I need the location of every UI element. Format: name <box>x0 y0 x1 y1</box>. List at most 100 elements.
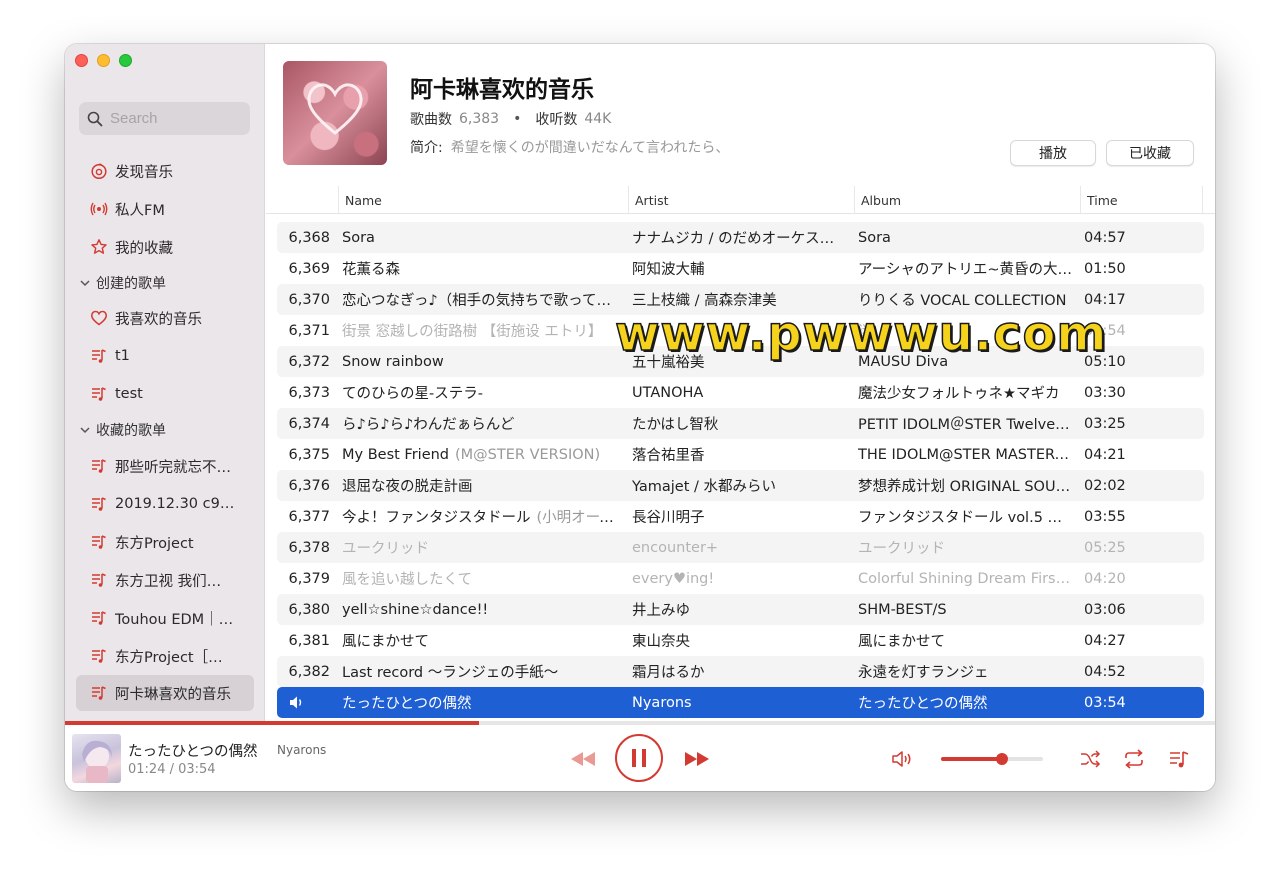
table-row[interactable]: 6,375 My Best Friend (M@STER VERSION) 落合祐里香… <box>277 439 1204 470</box>
track-artist[interactable]: たかはし智秋 <box>632 413 847 434</box>
track-artist[interactable]: 落合祐里香 <box>632 444 847 465</box>
shuffle-button[interactable] <box>1077 747 1103 771</box>
track-artist[interactable]: 井上みゆ <box>632 599 847 620</box>
table-row[interactable]: 6,377 今よ！ファンタジスタドール (小明オープニング) 長谷川明子ファンタジスタ… <box>277 501 1204 532</box>
table-row[interactable]: 6,374 ら♪ら♪ら♪わんだぁらんど たかはし智秋 PETIT IDOLM＠STER… <box>277 408 1204 439</box>
track-album[interactable]: SHM-BEST/S <box>858 602 1074 618</box>
separator-dot: • <box>513 111 522 127</box>
track-title: てのひらの星-ステラ- <box>342 386 483 402</box>
track-artist[interactable]: ナナムジカ / のだめオーケストラ <box>632 227 847 248</box>
table-row[interactable]: 6,381 風にまかせて 東山奈央 風にまかせて 04:27 <box>277 625 1204 656</box>
previous-button[interactable] <box>568 749 598 769</box>
sidebar-item-fm[interactable]: 私人FM <box>89 194 253 224</box>
track-album[interactable]: THE IDOLM@STER MASTERWORK <box>858 447 1074 463</box>
table-row[interactable]: 6,378 ユークリッド encounter+ ユークリッド 05:25 <box>277 532 1204 563</box>
sidebar-item-liked[interactable]: 我喜欢的音乐 <box>89 303 253 333</box>
now-playing-cover[interactable] <box>72 734 121 783</box>
search-input[interactable] <box>110 110 240 127</box>
track-name: 退屈な夜の脱走計画 <box>342 475 622 496</box>
sidebar-item-label: 发现音乐 <box>115 164 173 181</box>
sidebar-item-playlist[interactable]: t1 <box>89 341 253 371</box>
track-artist[interactable]: every♥ing! <box>632 571 847 587</box>
table-row[interactable]: 6,382 Last record ～ランジェの手紙～ 霜月はるか 永遠を灯すランジェ… <box>277 656 1204 687</box>
table-row[interactable]: 6,380 yell☆shine☆dance!! 井上みゆ SHM-BEST/S 03:… <box>277 594 1204 625</box>
table-row[interactable]: 6,368 Sora ナナムジカ / のだめオーケストラ Sora 04:57 <box>277 222 1204 253</box>
play-all-button[interactable]: 播放 <box>1010 140 1096 166</box>
collected-playlists-header[interactable]: 收藏的歌单 <box>79 419 166 441</box>
sidebar-item-playlist[interactable]: 那些听完就忘不… <box>89 451 253 481</box>
track-album[interactable]: 魔法少女フォルトゥネ★マギカ <box>858 382 1074 403</box>
volume-slider-knob[interactable] <box>996 753 1009 765</box>
track-album[interactable]: たったひとつの偶然 <box>858 692 1074 713</box>
collected-button[interactable]: 已收藏 <box>1106 140 1194 166</box>
track-artist[interactable]: 阿知波大輔 <box>632 258 847 279</box>
track-artist[interactable]: Yamajet / 水都みらい <box>632 475 847 496</box>
track-album[interactable]: PETIT IDOLM＠STER Twelve Campaigns! <box>858 413 1074 434</box>
sidebar-item-playlist[interactable]: 2019.12.30 c97… <box>89 489 253 519</box>
column-header-artist[interactable]: Artist <box>628 186 668 214</box>
now-playing-speaker-icon <box>290 696 302 709</box>
speaker-icon <box>892 751 911 767</box>
minimize-window-button[interactable] <box>97 54 110 67</box>
track-album[interactable]: Colorful Shining Dream First Album <box>858 571 1074 587</box>
sidebar-item-playlist[interactable]: test <box>89 379 253 409</box>
search-box[interactable] <box>79 102 250 135</box>
track-album[interactable]: ユークリッド <box>858 537 1074 558</box>
sidebar-item-playlist[interactable]: 东方Project <box>89 527 253 557</box>
sidebar-item-playlist[interactable]: 东方Project［… <box>89 641 253 671</box>
column-header-time[interactable]: Time <box>1080 186 1118 214</box>
sidebar-item-label: 我喜欢的音乐 <box>115 311 202 328</box>
next-button[interactable] <box>682 749 712 769</box>
track-artist[interactable]: 長谷川明子 <box>632 506 847 527</box>
table-row-playing[interactable]: たったひとつの偶然 Nyarons たったひとつの偶然 03:54 <box>277 687 1204 718</box>
track-duration: 03:30 <box>1084 384 1126 401</box>
track-artist[interactable]: UTANOHA <box>632 385 847 401</box>
track-number: 6,368 <box>288 229 330 246</box>
zoom-window-button[interactable] <box>119 54 132 67</box>
column-header-album[interactable]: Album <box>854 186 901 214</box>
volume-button[interactable] <box>888 747 916 771</box>
table-row[interactable]: 6,369 花薫る森 阿知波大輔アーシャのアトリエ~黄昏の大地の錬金術士~ 01:50 <box>277 253 1204 284</box>
track-artist[interactable]: 東山奈央 <box>632 630 847 651</box>
sidebar-item-discover[interactable]: 发现音乐 <box>89 156 253 186</box>
track-title: 退屈な夜の脱走計画 <box>342 479 473 495</box>
track-album[interactable]: 永遠を灯すランジェ <box>858 661 1074 682</box>
track-album[interactable]: アーシャのアトリエ~黄昏の大地の錬金術士~ <box>858 258 1074 279</box>
track-number: 6,380 <box>288 601 330 618</box>
sidebar-item-label: 私人FM <box>115 202 165 219</box>
track-title: たったひとつの偶然 <box>342 696 472 712</box>
now-playing-title: たったひとつの偶然 <box>128 744 258 760</box>
queue-button[interactable] <box>1167 747 1193 771</box>
track-album[interactable]: Sora <box>858 230 1074 246</box>
playlist-icon <box>89 384 109 404</box>
sidebar-item-favorites[interactable]: 我的收藏 <box>89 232 253 262</box>
table-row[interactable]: 6,376 退屈な夜の脱走計画 Yamajet / 水都みらい 梦想养成计划 ORIG… <box>277 470 1204 501</box>
table-row[interactable]: 6,373 てのひらの星-ステラ- UTANOHA 魔法少女フォルトゥネ★マギカ 03:… <box>277 377 1204 408</box>
created-playlists-header[interactable]: 创建的歌单 <box>79 272 166 294</box>
song-count-label: 歌曲数 <box>410 112 452 128</box>
star-icon <box>89 237 109 257</box>
track-artist[interactable]: Nyarons <box>632 695 847 711</box>
volume-slider[interactable] <box>941 753 1043 765</box>
track-album[interactable]: 梦想养成计划 ORIGINAL SOUNDTRACK <box>858 475 1074 496</box>
heart-icon <box>307 83 363 135</box>
track-artist[interactable]: encounter+ <box>632 540 847 556</box>
sidebar-item-playlist-selected[interactable]: 阿卡琳喜欢的音乐 <box>76 675 254 711</box>
sidebar-item-playlist[interactable]: Touhou EDM｜… <box>89 603 253 633</box>
radio-icon <box>89 199 109 219</box>
track-album[interactable]: ファンタジスタドール vol.5 特典CD <box>858 506 1074 527</box>
sidebar-item-playlist[interactable]: 东方卫视 我们… <box>89 565 253 595</box>
track-album[interactable]: 風にまかせて <box>858 630 1074 651</box>
track-title: Last record ～ランジェの手紙～ <box>342 665 559 681</box>
app-window: 发现音乐 私人FM 我的收藏 创建的歌单 我喜欢的音乐 t1 test 收 <box>65 44 1215 791</box>
pause-button[interactable] <box>615 734 663 782</box>
repeat-button[interactable] <box>1121 747 1147 771</box>
track-name: 恋心つなぎっ♪（相手の気持ちで歌ってみた） <box>342 289 622 310</box>
track-title: Sora <box>342 229 375 246</box>
track-duration: 02:02 <box>1084 477 1126 494</box>
now-playing-artist[interactable]: Nyarons <box>277 743 326 757</box>
close-window-button[interactable] <box>75 54 88 67</box>
track-artist[interactable]: 霜月はるか <box>632 661 847 682</box>
column-header-name[interactable]: Name <box>338 186 382 214</box>
table-row[interactable]: 6,379 風を追い越したくて every♥ing! Colorful Shining… <box>277 563 1204 594</box>
